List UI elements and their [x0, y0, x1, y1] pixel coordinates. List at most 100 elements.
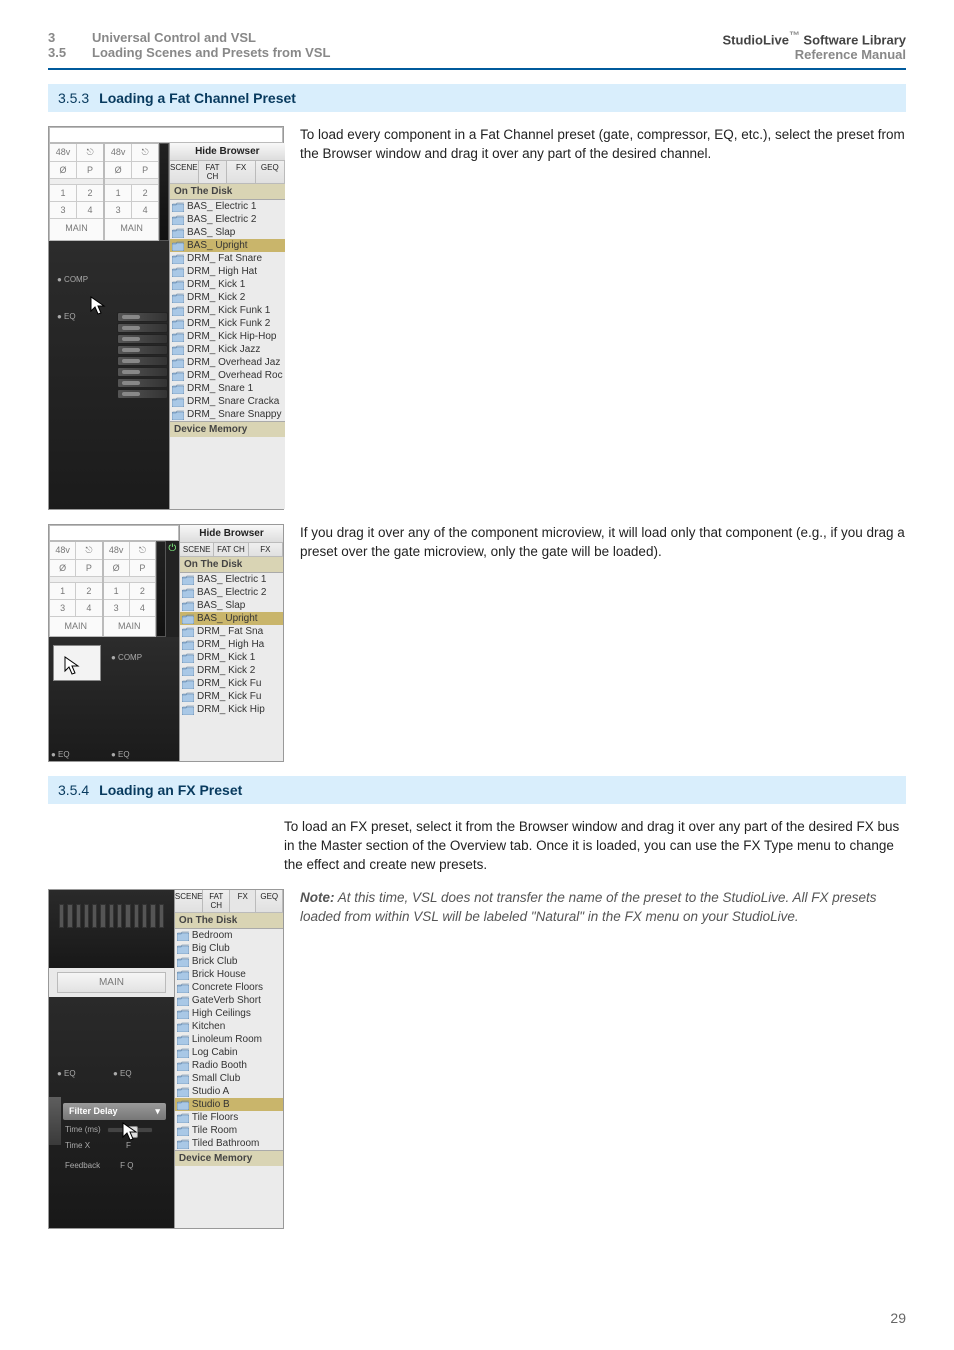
subsection-title: Loading an FX Preset [99, 782, 242, 798]
list-item[interactable]: Concrete Floors [175, 981, 283, 994]
para-fx-load: To load an FX preset, select it from the… [284, 818, 906, 875]
list-item[interactable]: DRM_ Kick Jazz [170, 343, 285, 356]
fx-type-dropdown[interactable]: Filter Delay▾ [63, 1103, 166, 1120]
chapter-title: Universal Control and VSL [92, 30, 256, 45]
list-item[interactable]: Bedroom [175, 929, 283, 942]
page-header: 3Universal Control and VSL 3.5Loading Sc… [48, 30, 906, 62]
list-item[interactable]: BAS_ Electric 2 [170, 213, 285, 226]
list-item[interactable]: DRM_ Kick Fu [180, 690, 283, 703]
aux-sends [116, 241, 169, 509]
list-item[interactable]: DRM_ Kick Hip [180, 703, 283, 716]
list-item[interactable]: DRM_ Kick 1 [170, 278, 285, 291]
list-item[interactable]: BAS_ Electric 1 [170, 200, 285, 213]
list-item[interactable]: GateVerb Short [175, 994, 283, 1007]
tab-scene[interactable]: SCENE [175, 890, 204, 912]
browser-tabs: SCENE FAT CH FX GEQ [170, 161, 285, 184]
list-item[interactable]: DRM_ High Ha [180, 638, 283, 651]
subsection-title: Loading a Fat Channel Preset [99, 90, 296, 106]
tab-geq[interactable]: GEQ [256, 161, 285, 183]
list-item[interactable]: Kitchen [175, 1020, 283, 1033]
tab-fatch[interactable]: FAT CH [199, 161, 228, 183]
subsection-number: 3.5.4 [58, 782, 89, 798]
para-fatchannel-load: To load every component in a Fat Channel… [300, 126, 906, 510]
list-item[interactable]: BAS_ Upright [180, 612, 283, 625]
list-item[interactable]: Studio A [175, 1085, 283, 1098]
list-item[interactable]: BAS_ Electric 1 [180, 573, 283, 586]
tab-fx[interactable]: FX [227, 161, 256, 183]
list-item[interactable]: Tile Floors [175, 1111, 283, 1124]
list-item[interactable]: DRM_ High Hat [170, 265, 285, 278]
browser-title[interactable]: Hide Browser [180, 525, 283, 543]
section-title: Loading Scenes and Presets from VSL [92, 45, 330, 60]
list-item[interactable]: Brick Club [175, 955, 283, 968]
list-item[interactable]: DRM_ Snare Cracka [170, 395, 285, 408]
list-item[interactable]: DRM_ Overhead Roc [170, 369, 285, 382]
subsection-bar-353: 3.5.3 Loading a Fat Channel Preset [48, 84, 906, 112]
reference-manual-label: Reference Manual [723, 47, 906, 62]
subsection-number: 3.5.3 [58, 90, 89, 106]
device-memory-label: Device Memory [175, 1150, 283, 1166]
product-suffix: Software Library [800, 32, 906, 47]
list-item[interactable]: BAS_ Upright [170, 239, 285, 252]
drag-cursor-icon [89, 295, 109, 319]
list-item[interactable]: Small Club [175, 1072, 283, 1085]
section-number: 3.5 [48, 45, 92, 60]
list-item[interactable]: DRM_ Kick Funk 2 [170, 317, 285, 330]
browser-panel: SCENE FAT CH FX GEQ On The Disk BedroomB… [174, 890, 283, 1228]
list-item[interactable]: DRM_ Fat Sna [180, 625, 283, 638]
list-item[interactable]: DRM_ Overhead Jaz [170, 356, 285, 369]
on-the-disk-label: On The Disk [175, 913, 283, 929]
preset-list[interactable]: BAS_ Electric 1BAS_ Electric 2BAS_ SlapB… [180, 573, 283, 716]
list-item[interactable]: Brick House [175, 968, 283, 981]
list-item[interactable]: Radio Booth [175, 1059, 283, 1072]
preset-list[interactable]: BAS_ Electric 1BAS_ Electric 2BAS_ SlapB… [170, 200, 285, 421]
note-label: Note: [300, 890, 335, 905]
chapter-number: 3 [48, 30, 92, 45]
browser-panel: Hide Browser SCENE FAT CH FX On The Disk… [179, 525, 283, 761]
master-meters [49, 890, 174, 968]
screenshot-fatchannel-drag: 48v⎋ ØP 12 34 MAIN 48v⎋ ØP 12 34 [48, 126, 284, 510]
product-name: StudioLive [723, 32, 789, 47]
tab-fatch[interactable]: FAT CH [203, 890, 230, 912]
list-item[interactable]: DRM_ Kick Funk 1 [170, 304, 285, 317]
tab-fatch[interactable]: FAT CH [214, 543, 248, 556]
list-item[interactable]: Big Club [175, 942, 283, 955]
list-item[interactable]: DRM_ Kick Hip-Hop [170, 330, 285, 343]
note-paragraph: Note: At this time, VSL does not transfe… [300, 889, 906, 1229]
browser-panel: Hide Browser SCENE FAT CH FX GEQ On The … [169, 143, 285, 509]
screenshot-fx-drag: MAIN ● EQ ● EQ Filter Delay▾ Time (ms) T… [48, 889, 284, 1229]
para-microview-load: If you drag it over any of the component… [300, 524, 906, 762]
list-item[interactable]: Tile Room [175, 1124, 283, 1137]
subsection-bar-354: 3.5.4 Loading an FX Preset [48, 776, 906, 804]
page-number: 29 [890, 1310, 906, 1326]
tab-geq[interactable]: GEQ [256, 890, 283, 912]
list-item[interactable]: Tiled Bathroom [175, 1137, 283, 1150]
list-item[interactable]: BAS_ Slap [180, 599, 283, 612]
list-item[interactable]: DRM_ Kick Fu [180, 677, 283, 690]
browser-title[interactable]: Hide Browser [170, 143, 285, 161]
list-item[interactable]: Linoleum Room [175, 1033, 283, 1046]
list-item[interactable]: BAS_ Electric 2 [180, 586, 283, 599]
list-item[interactable]: DRM_ Kick 2 [180, 664, 283, 677]
drag-cursor-icon [63, 655, 83, 679]
list-item[interactable]: Studio B [175, 1098, 283, 1111]
preset-list[interactable]: BedroomBig ClubBrick ClubBrick HouseConc… [175, 929, 283, 1150]
tab-scene[interactable]: SCENE [170, 161, 199, 183]
list-item[interactable]: DRM_ Fat Snare [170, 252, 285, 265]
list-item[interactable]: Log Cabin [175, 1046, 283, 1059]
on-the-disk-label: On The Disk [170, 184, 285, 200]
list-item[interactable]: DRM_ Kick 2 [170, 291, 285, 304]
list-item[interactable]: DRM_ Kick 1 [180, 651, 283, 664]
tab-scene[interactable]: SCENE [180, 543, 214, 556]
list-item[interactable]: High Ceilings [175, 1007, 283, 1020]
note-body: At this time, VSL does not transfer the … [300, 890, 877, 924]
list-item[interactable]: BAS_ Slap [170, 226, 285, 239]
tab-fx[interactable]: FX [230, 890, 257, 912]
list-item[interactable]: DRM_ Snare 1 [170, 382, 285, 395]
on-the-disk-label: On The Disk [180, 557, 283, 573]
list-item[interactable]: DRM_ Snare Snappy [170, 408, 285, 421]
tab-fx[interactable]: FX [249, 543, 283, 556]
device-memory-label: Device Memory [170, 421, 285, 437]
main-button[interactable]: MAIN [57, 972, 166, 993]
header-rule [48, 68, 906, 70]
